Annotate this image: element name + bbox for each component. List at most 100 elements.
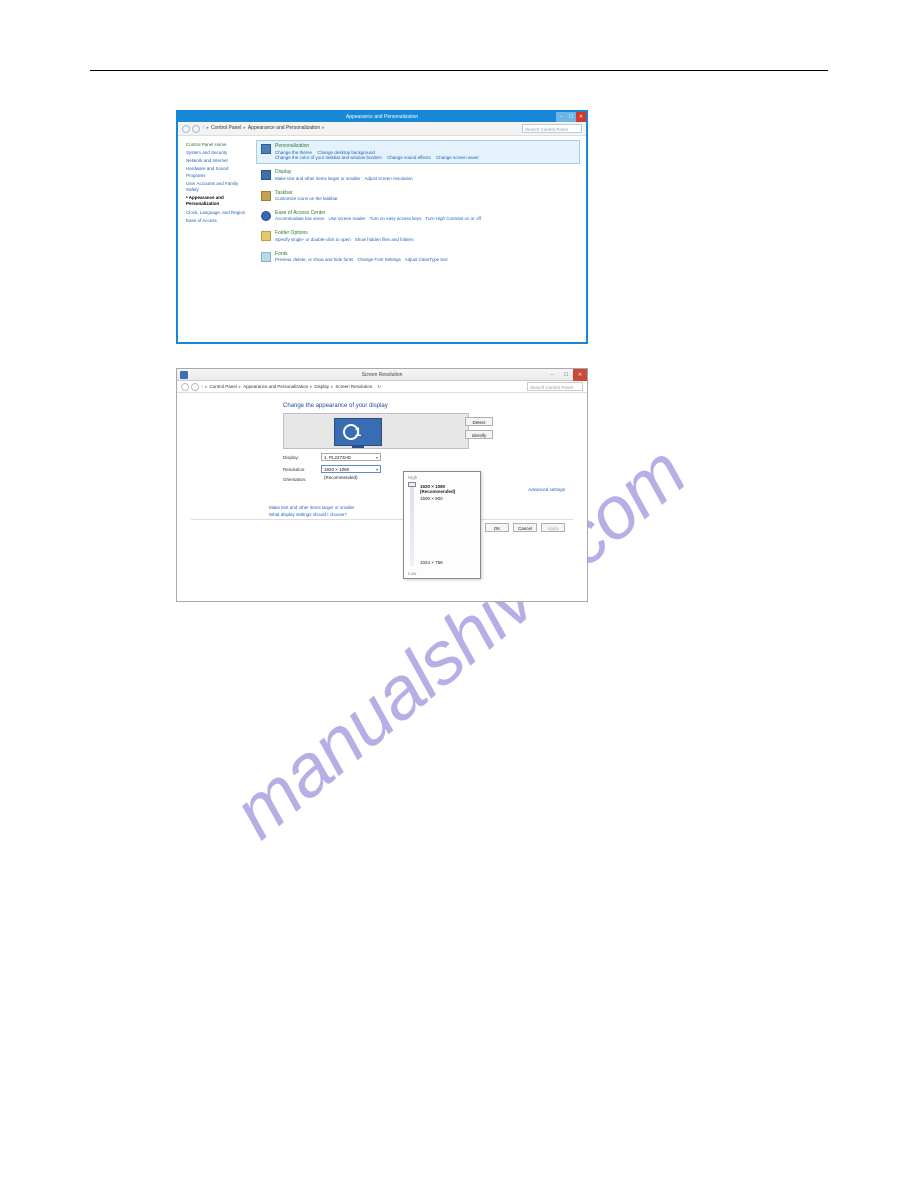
link[interactable]: Preview, delete, or show and hide fonts [275,257,353,262]
address-bar: ↑ ▸ Control Panel ▸ Appearance and Perso… [177,381,587,393]
resolution-dropdown[interactable]: 1920 × 1080 (Recommended) [321,465,381,473]
category-ease-of-access[interactable]: Ease of Access Center Accommodate low vi… [256,207,580,225]
crumb-control-panel[interactable]: Control Panel [210,384,237,389]
link-what-settings[interactable]: What display settings should I choose? [269,512,355,517]
close-button[interactable]: ✕ [576,112,586,122]
resolution-option-1[interactable]: 1920 × 1080 (Recommended) [420,484,480,494]
window-icon [180,371,188,379]
crumb-appearance[interactable]: Appearance and Personalization [248,125,320,132]
link[interactable]: Use screen reader [329,216,366,221]
display-dropdown[interactable]: 1. PL2273HD [321,453,381,461]
appearance-personalization-window: Appearance and Personalization – ☐ ✕ ↑ ▸… [176,110,588,344]
up-icon[interactable]: ↑ [202,125,205,132]
link[interactable]: Adjust ClearType text [405,257,448,262]
slider-thumb[interactable] [408,482,416,487]
cancel-button[interactable]: Cancel [513,523,537,532]
link[interactable]: Change Font Settings [357,257,401,262]
crumb-sep: ▸ [207,125,210,132]
sidebar-home[interactable]: Control Panel Home [186,142,246,148]
window-title: Screen Resolution [362,372,403,378]
category-fonts[interactable]: Fonts Preview, delete, or show and hide … [256,248,580,266]
category-taskbar[interactable]: Taskbar Customize icons on the taskbar [256,187,580,205]
category-folder-options[interactable]: Folder Options Specify single- or double… [256,227,580,245]
taskbar-icon [261,191,271,201]
sidebar-item[interactable]: Clock, Language, and Region [186,210,246,216]
ok-button[interactable]: OK [485,523,509,532]
monitor-stand [352,445,364,448]
sidebar-item[interactable]: Programs [186,173,246,179]
folder-options-icon [261,231,271,241]
crumb-display[interactable]: Display [314,384,329,389]
link[interactable]: Change sound effects [387,155,431,160]
titlebar: Appearance and Personalization – ☐ ✕ [178,112,586,122]
up-icon[interactable]: ↑ [201,384,203,389]
resolution-option-3[interactable]: 1024 × 768 [420,560,443,565]
link[interactable]: Turn on easy access keys [370,216,422,221]
popup-low-label: Low [408,571,416,576]
link[interactable]: Accommodate low vision [275,216,325,221]
crumb-appearance[interactable]: Appearance and Personalization [243,384,308,389]
sidebar-item[interactable]: Hardware and Sound [186,166,246,172]
resolution-popup[interactable]: High 1920 × 1080 (Recommended) 1600 × 90… [403,471,481,579]
link[interactable]: Adjust screen resolution [365,176,413,181]
maximize-button[interactable]: ☐ [559,369,573,381]
row-display: Display: 1. PL2273HD [283,453,573,461]
sidebar-item[interactable]: System and Security [186,150,246,156]
crumb-sep: ▸ [243,125,246,132]
sidebar-item[interactable]: Ease of Access [186,218,246,224]
close-button[interactable]: ✕ [573,369,587,381]
maximize-button[interactable]: ☐ [566,112,576,122]
search-input[interactable]: Search Control Panel [522,124,582,133]
sidebar-item[interactable]: Network and Internet [186,158,246,164]
apply-button[interactable]: Apply [541,523,565,532]
sidebar-item[interactable]: User Accounts and Family Safety [186,181,246,193]
personalization-icon [261,144,271,154]
window-body: Control Panel Home System and Security N… [178,136,586,342]
advanced-settings-link[interactable]: Advanced settings [528,487,565,492]
forward-icon[interactable] [191,383,199,391]
link[interactable]: Change screen saver [436,155,479,160]
sidebar-active-row[interactable]: •Appearance and Personalization [186,195,246,208]
category-display[interactable]: Display Make text and other items larger… [256,166,580,184]
slider-track[interactable] [410,482,414,566]
sidebar-item-active: Appearance and Personalization [186,195,224,207]
address-bar: ↑ ▸ Control Panel ▸ Appearance and Perso… [178,122,586,136]
link[interactable]: Change desktop background [317,150,375,155]
refresh-icon[interactable]: ↻ [374,382,384,391]
detect-button[interactable]: Detect [465,417,493,426]
identify-button[interactable]: Identify [465,430,493,439]
page-heading: Change the appearance of your display [283,403,573,409]
link[interactable]: Make text and other items larger or smal… [275,176,361,181]
titlebar: Screen Resolution – ☐ ✕ [177,369,587,381]
link[interactable]: Change the color of your taskbar and win… [275,155,382,160]
back-icon[interactable] [181,383,189,391]
link[interactable]: Turn High Contrast on or off [425,216,481,221]
category-links: Change the theme Change desktop backgrou… [275,150,483,162]
popup-high-label: High [408,475,476,480]
window-controls: – ☐ ✕ [556,112,586,122]
resolution-option-2[interactable]: 1600 × 900 [420,496,443,501]
page-top-rule [90,70,828,71]
link[interactable]: Customize icons on the taskbar [275,196,338,201]
link[interactable]: Show hidden files and folders [355,237,414,242]
link[interactable]: Specify single- or double-click to open [275,237,351,242]
crumb-sep: ▸ [322,125,325,132]
window-title: Appearance and Personalization [346,114,418,120]
link[interactable]: Change the theme [275,150,312,155]
back-icon[interactable] [182,125,190,133]
help-links: Make text and other items larger or smal… [269,503,355,519]
resolution-label: Resolution: [283,467,315,472]
display-icon [261,170,271,180]
minimize-button[interactable]: – [545,369,559,381]
search-input[interactable]: Search Control Panel [527,382,583,391]
screen-resolution-window: Screen Resolution – ☐ ✕ ↑ ▸ Control Pane… [176,368,588,602]
crumb-control-panel[interactable]: Control Panel [211,125,241,132]
link-make-text-larger[interactable]: Make text and other items larger or smal… [269,505,355,510]
monitor-thumbnail[interactable]: 1 [334,418,382,446]
display-preview: 1 [283,413,469,449]
crumb-screen-resolution[interactable]: Screen Resolution [335,384,372,389]
category-personalization[interactable]: Personalization Change the theme Change … [256,140,580,164]
minimize-button[interactable]: – [556,112,566,122]
window-body: Change the appearance of your display 1 … [177,393,587,601]
forward-icon[interactable] [192,125,200,133]
